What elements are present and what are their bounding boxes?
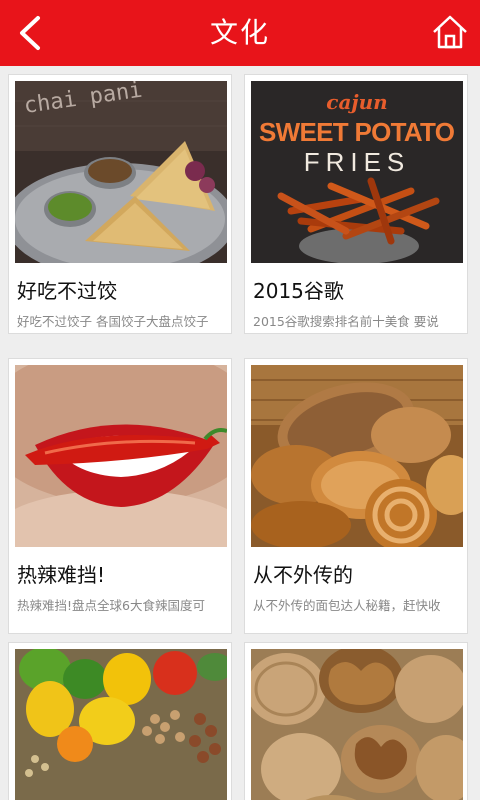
- article-card[interactable]: chai pani 好吃不过饺 好吃不过饺子 各国饺子大盘点饺子: [8, 74, 232, 334]
- article-image: [251, 365, 463, 547]
- article-card[interactable]: [8, 642, 232, 800]
- article-subtitle: 好吃不过饺子 各国饺子大盘点饺子: [17, 314, 209, 329]
- article-image: chai pani: [15, 81, 227, 263]
- article-image: [15, 365, 227, 547]
- article-title: 好吃不过饺: [17, 279, 117, 303]
- article-image: [251, 649, 463, 800]
- page-title: 文化: [209, 16, 270, 49]
- article-title: 2015谷歌: [253, 279, 344, 303]
- article-title: 从不外传的: [253, 563, 353, 587]
- article-subtitle: 热辣难挡!盘点全球6大食辣国度可: [17, 598, 205, 613]
- article-card[interactable]: 热辣难挡! 热辣难挡!盘点全球6大食辣国度可: [8, 358, 232, 634]
- article-subtitle: 从不外传的面包达人秘籍，赶快收: [253, 598, 441, 613]
- sweet-potato-text: SWEET POTATO: [259, 117, 455, 147]
- fries-text: FRIES: [304, 147, 411, 177]
- article-card[interactable]: [244, 642, 468, 800]
- article-card[interactable]: cajun SWEET POTATO FRIES 2015谷歌 2015谷歌搜索…: [244, 74, 468, 334]
- article-image: cajun SWEET POTATO FRIES: [251, 81, 463, 263]
- home-icon[interactable]: [430, 12, 470, 52]
- article-card[interactable]: 从不外传的 从不外传的面包达人秘籍，赶快收: [244, 358, 468, 634]
- article-title: 热辣难挡!: [17, 563, 106, 587]
- article-subtitle: 2015谷歌搜索排名前十美食 要说: [253, 314, 439, 329]
- cajun-text: cajun: [326, 90, 387, 114]
- app-header: 文化: [0, 0, 480, 66]
- article-image: [15, 649, 227, 800]
- article-grid: chai pani 好吃不过饺 好吃不过饺子 各国饺子大盘点饺子 cajun S…: [0, 66, 480, 800]
